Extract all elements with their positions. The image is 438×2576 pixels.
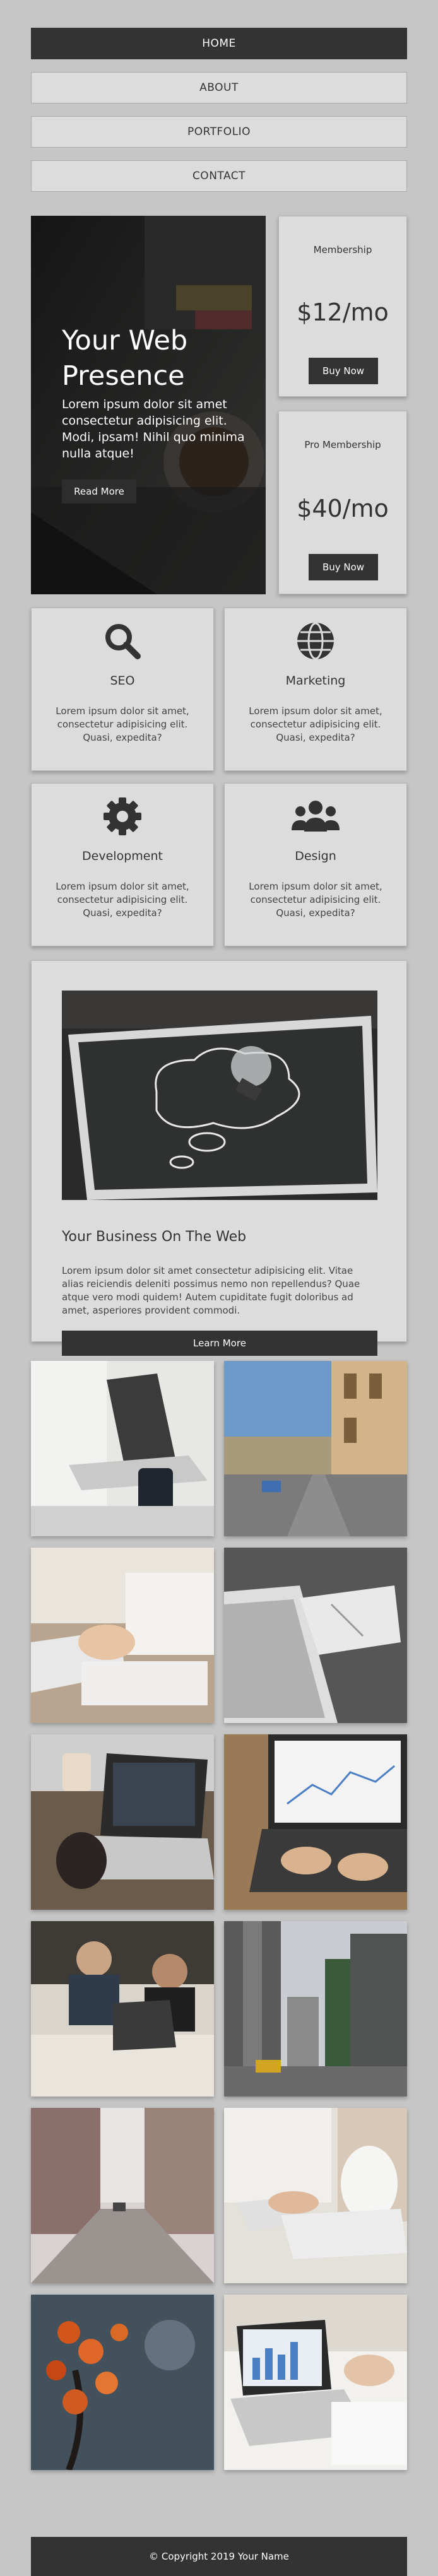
gallery-photo-old-street[interactable] <box>31 2108 214 2283</box>
hero-title-line1: Your Web <box>62 325 188 356</box>
gallery-photo-city-street[interactable] <box>224 1361 407 1536</box>
pricing-price: $40/mo <box>297 495 389 522</box>
business-title: Your Business On The Web <box>62 1229 247 1245</box>
feature-card-seo: SEO Lorem ipsum dolor sit amet, consecte… <box>31 608 214 771</box>
read-more-button[interactable]: Read More <box>62 479 136 503</box>
hero-title-line2: Presence <box>62 360 185 392</box>
footer: © Copyright 2019 Your Name <box>31 2537 407 2576</box>
copyright-text: © Copyright 2019 Your Name <box>149 2551 289 2562</box>
feature-title: Marketing <box>285 674 346 688</box>
gallery-photo-laptop-notebook[interactable] <box>224 1548 407 1723</box>
pricing-title: Pro Membership <box>304 439 381 450</box>
feature-title: Design <box>295 849 336 863</box>
nav-home[interactable]: HOME <box>31 28 407 59</box>
nav-portfolio[interactable]: PORTFOLIO <box>31 116 407 148</box>
feature-text: Lorem ipsum dolor sit amet, consectetur … <box>56 881 189 919</box>
feature-text: Lorem ipsum dolor sit amet, consectetur … <box>249 705 382 743</box>
gallery-photo-woman-laptop[interactable] <box>224 2108 407 2283</box>
feature-title: SEO <box>110 674 135 688</box>
learn-more-button[interactable]: Learn More <box>62 1331 377 1356</box>
gallery-photo-laptop-desk[interactable] <box>31 1361 214 1536</box>
globe-icon <box>297 622 334 660</box>
feature-card-design: Design Lorem ipsum dolor sit amet, conse… <box>224 783 407 946</box>
business-text: Lorem ipsum dolor sit amet consectetur a… <box>62 1265 360 1316</box>
feature-card-development: Development Lorem ipsum dolor sit amet, … <box>31 783 214 946</box>
users-icon <box>292 801 340 832</box>
nav-about[interactable]: ABOUT <box>31 72 407 103</box>
lightbulb-chalkboard-image <box>62 991 377 1200</box>
gear-icon <box>104 797 141 835</box>
pricing-price: $12/mo <box>297 298 389 326</box>
hero-section: Your Web Presence Lorem ipsum dolor sit a… <box>31 216 266 594</box>
gallery-photo-laptop-charts[interactable] <box>224 2295 407 2470</box>
nav-contact[interactable]: CONTACT <box>31 160 407 192</box>
pricing-card-membership: Membership $12/mo Buy Now <box>278 216 407 397</box>
gallery-photo-team-meeting[interactable] <box>31 1921 214 2097</box>
pricing-title: Membership <box>313 244 372 256</box>
buy-now-button[interactable]: Buy Now <box>309 358 378 384</box>
feature-card-marketing: Marketing Lorem ipsum dolor sit amet, co… <box>224 608 407 771</box>
hero-text: Lorem ipsum dolor sit amet consectetur a… <box>62 397 245 461</box>
feature-title: Development <box>82 849 163 863</box>
gallery-photo-city-avenue[interactable] <box>224 1921 407 2097</box>
gallery-photo-autumn-leaves[interactable] <box>31 2295 214 2470</box>
business-section: Your Business On The Web Lorem ipsum dol… <box>31 960 407 1356</box>
gallery-photo-coding-laptop[interactable] <box>31 1734 214 1910</box>
feature-text: Lorem ipsum dolor sit amet, consectetur … <box>56 705 189 743</box>
pricing-card-pro: Pro Membership $40/mo Buy Now <box>278 411 407 594</box>
buy-now-button[interactable]: Buy Now <box>309 554 378 580</box>
gallery-photo-typing-laptop[interactable] <box>31 1548 214 1723</box>
feature-text: Lorem ipsum dolor sit amet, consectetur … <box>249 881 382 919</box>
gallery-photo-dashboard-laptop[interactable] <box>224 1734 407 1910</box>
search-icon <box>105 624 141 659</box>
